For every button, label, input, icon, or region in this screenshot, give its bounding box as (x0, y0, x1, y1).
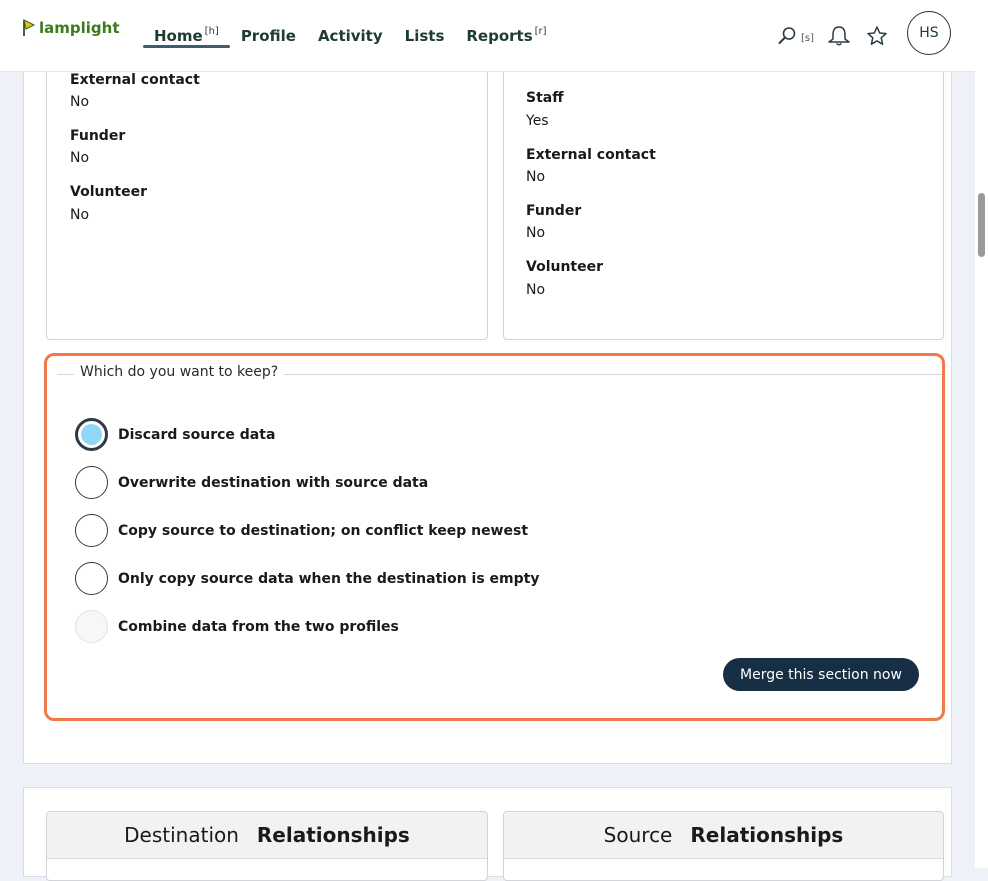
top-navigation-bar: lamplight Home [h] Profile Activity List… (0, 0, 975, 72)
main-nav: Home [h] Profile Activity Lists Reports … (143, 0, 558, 71)
field-label: External contact (70, 72, 200, 88)
radio-copy-keep-newest[interactable] (75, 514, 108, 547)
nav-reports-shortcut: [r] (534, 26, 547, 37)
search-icon (778, 26, 796, 44)
bell-icon (828, 25, 850, 45)
nav-home-shortcut: [h] (204, 26, 219, 37)
option-label: Discard source data (118, 426, 276, 443)
field-label: Staff (526, 90, 564, 106)
destination-label: Destination (124, 823, 239, 847)
radio-copy-when-empty[interactable] (75, 562, 108, 595)
lamplight-logo[interactable]: lamplight (22, 18, 120, 38)
option-label: Overwrite destination with source data (118, 474, 429, 491)
nav-profile-label: Profile (240, 26, 296, 45)
destination-relationships-header: Destination Relationships (47, 812, 487, 859)
field-label: Volunteer (70, 184, 148, 200)
relationships-title: Relationships (690, 823, 844, 847)
source-relationships-header: Source Relationships (504, 812, 943, 859)
keep-legend: Which do you want to keep? (74, 364, 285, 380)
nav-lists-label: Lists (404, 26, 445, 45)
user-avatar[interactable]: HS (907, 11, 951, 55)
destination-relationships-card: Destination Relationships (46, 811, 488, 881)
keep-options-fieldset: Which do you want to keep? Discard sourc… (44, 353, 945, 721)
source-card: Staff Yes External contact No Funder No … (503, 60, 944, 340)
option-combine-profiles: Combine data from the two profiles (75, 610, 399, 643)
radio-discard-source[interactable] (75, 418, 108, 451)
star-icon (867, 25, 887, 45)
merge-section-button[interactable]: Merge this section now (723, 658, 919, 691)
search-shortcut-hint: [s] (801, 33, 815, 44)
option-copy-keep-newest[interactable]: Copy source to destination; on conflict … (75, 514, 528, 547)
option-label: Combine data from the two profiles (118, 618, 399, 635)
nav-profile[interactable]: Profile (230, 0, 307, 71)
source-relationships-card: Source Relationships (503, 811, 944, 881)
option-overwrite-destination[interactable]: Overwrite destination with source data (75, 466, 428, 499)
nav-activity[interactable]: Activity (307, 0, 394, 71)
field-value: No (526, 282, 546, 298)
favourites-button[interactable] (866, 0, 888, 71)
field-value: No (526, 225, 546, 241)
lamp-icon (23, 19, 36, 36)
field-label: Funder (526, 203, 582, 219)
field-label: Volunteer (526, 259, 604, 275)
radio-overwrite-destination[interactable] (75, 466, 108, 499)
nav-reports[interactable]: Reports [r] (455, 0, 557, 71)
option-discard-source[interactable]: Discard source data (75, 418, 275, 451)
logo-text: lamplight (39, 19, 120, 37)
relationships-title: Relationships (256, 823, 410, 847)
field-value: No (70, 94, 90, 110)
nav-reports-label: Reports (466, 26, 533, 45)
field-label: External contact (526, 147, 656, 163)
option-label: Only copy source data when the destinati… (118, 570, 540, 587)
nav-home-label: Home (154, 26, 203, 45)
notifications-button[interactable] (827, 0, 851, 71)
option-label: Copy source to destination; on conflict … (118, 522, 529, 539)
source-label: Source (603, 823, 673, 847)
option-copy-when-empty[interactable]: Only copy source data when the destinati… (75, 562, 539, 595)
scrollbar-thumb[interactable] (978, 193, 985, 257)
search-button[interactable]: [s] (777, 0, 814, 71)
page-scrollbar[interactable] (975, 0, 988, 868)
field-value: Yes (526, 113, 549, 129)
field-value: No (526, 169, 546, 185)
field-label: Funder (70, 128, 126, 144)
nav-lists[interactable]: Lists (394, 0, 456, 71)
field-value: No (70, 207, 90, 223)
radio-combine-profiles (75, 610, 108, 643)
nav-home[interactable]: Home [h] (143, 0, 230, 71)
field-value: No (70, 150, 90, 166)
nav-activity-label: Activity (317, 26, 383, 45)
destination-card: External contact No Funder No Volunteer … (46, 60, 488, 340)
